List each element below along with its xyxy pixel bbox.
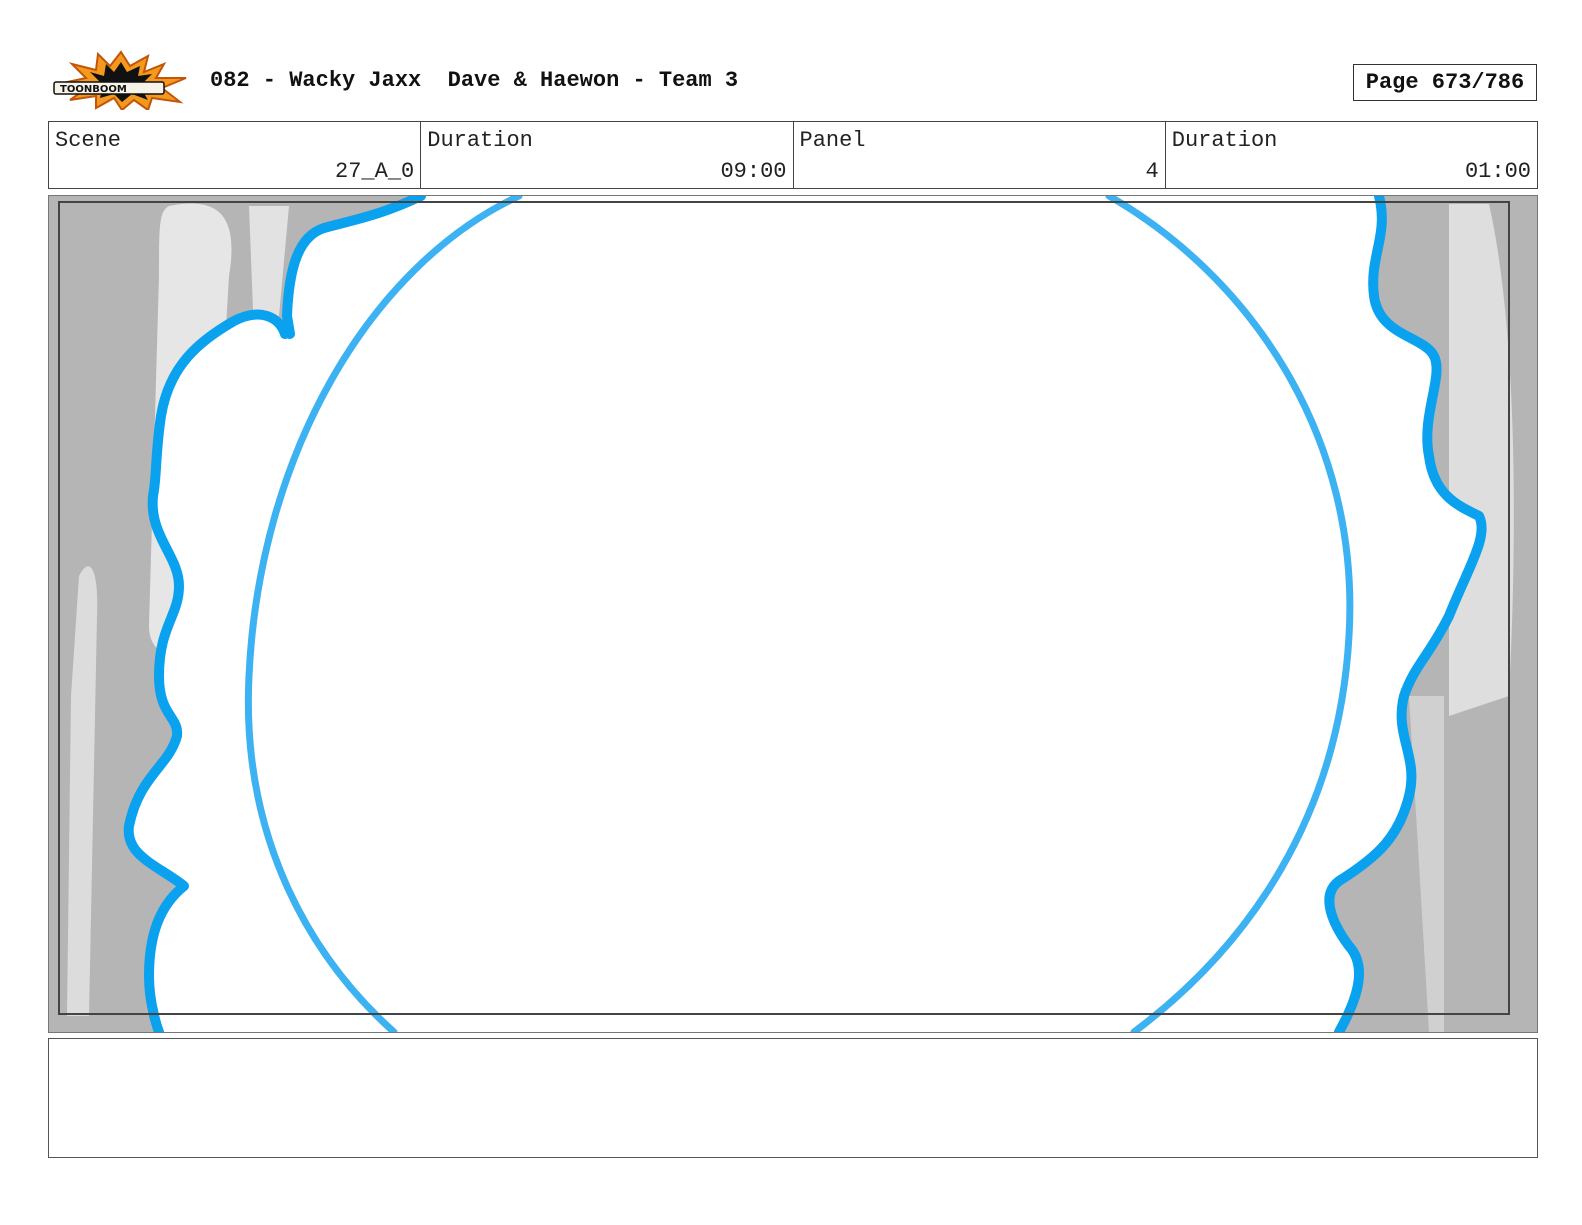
scene-duration-value: 09:00 — [720, 159, 787, 184]
storyboard-panel — [48, 195, 1538, 1033]
scene-cell: Scene 27_A_0 — [49, 122, 422, 188]
panel-label: Panel — [799, 128, 866, 153]
panel-duration-label: Duration — [1171, 128, 1278, 153]
panel-drawing — [49, 196, 1537, 1032]
scene-info-table: Scene 27_A_0 Duration 09:00 Panel 4 Dura… — [48, 121, 1538, 189]
cloud-blob — [128, 196, 1482, 1032]
panel-duration-cell: Duration 01:00 — [1166, 122, 1537, 188]
scene-duration-cell: Duration 09:00 — [421, 122, 794, 188]
logo-text: TOONBOOM — [60, 84, 127, 95]
toonboom-logo: TOONBOOM — [52, 50, 190, 112]
scene-label: Scene — [55, 128, 122, 153]
page-number: Page 673/786 — [1353, 64, 1537, 101]
document-title: 082 - Wacky Jaxx Dave & Haewon - Team 3 — [210, 68, 739, 93]
scene-duration-label: Duration — [427, 128, 533, 153]
panel-cell: Panel 4 — [794, 122, 1166, 188]
scene-value: 27_A_0 — [335, 159, 415, 184]
panel-value: 4 — [1145, 159, 1159, 184]
panel-duration-value: 01:00 — [1464, 159, 1531, 184]
panel-notes — [48, 1038, 1538, 1158]
